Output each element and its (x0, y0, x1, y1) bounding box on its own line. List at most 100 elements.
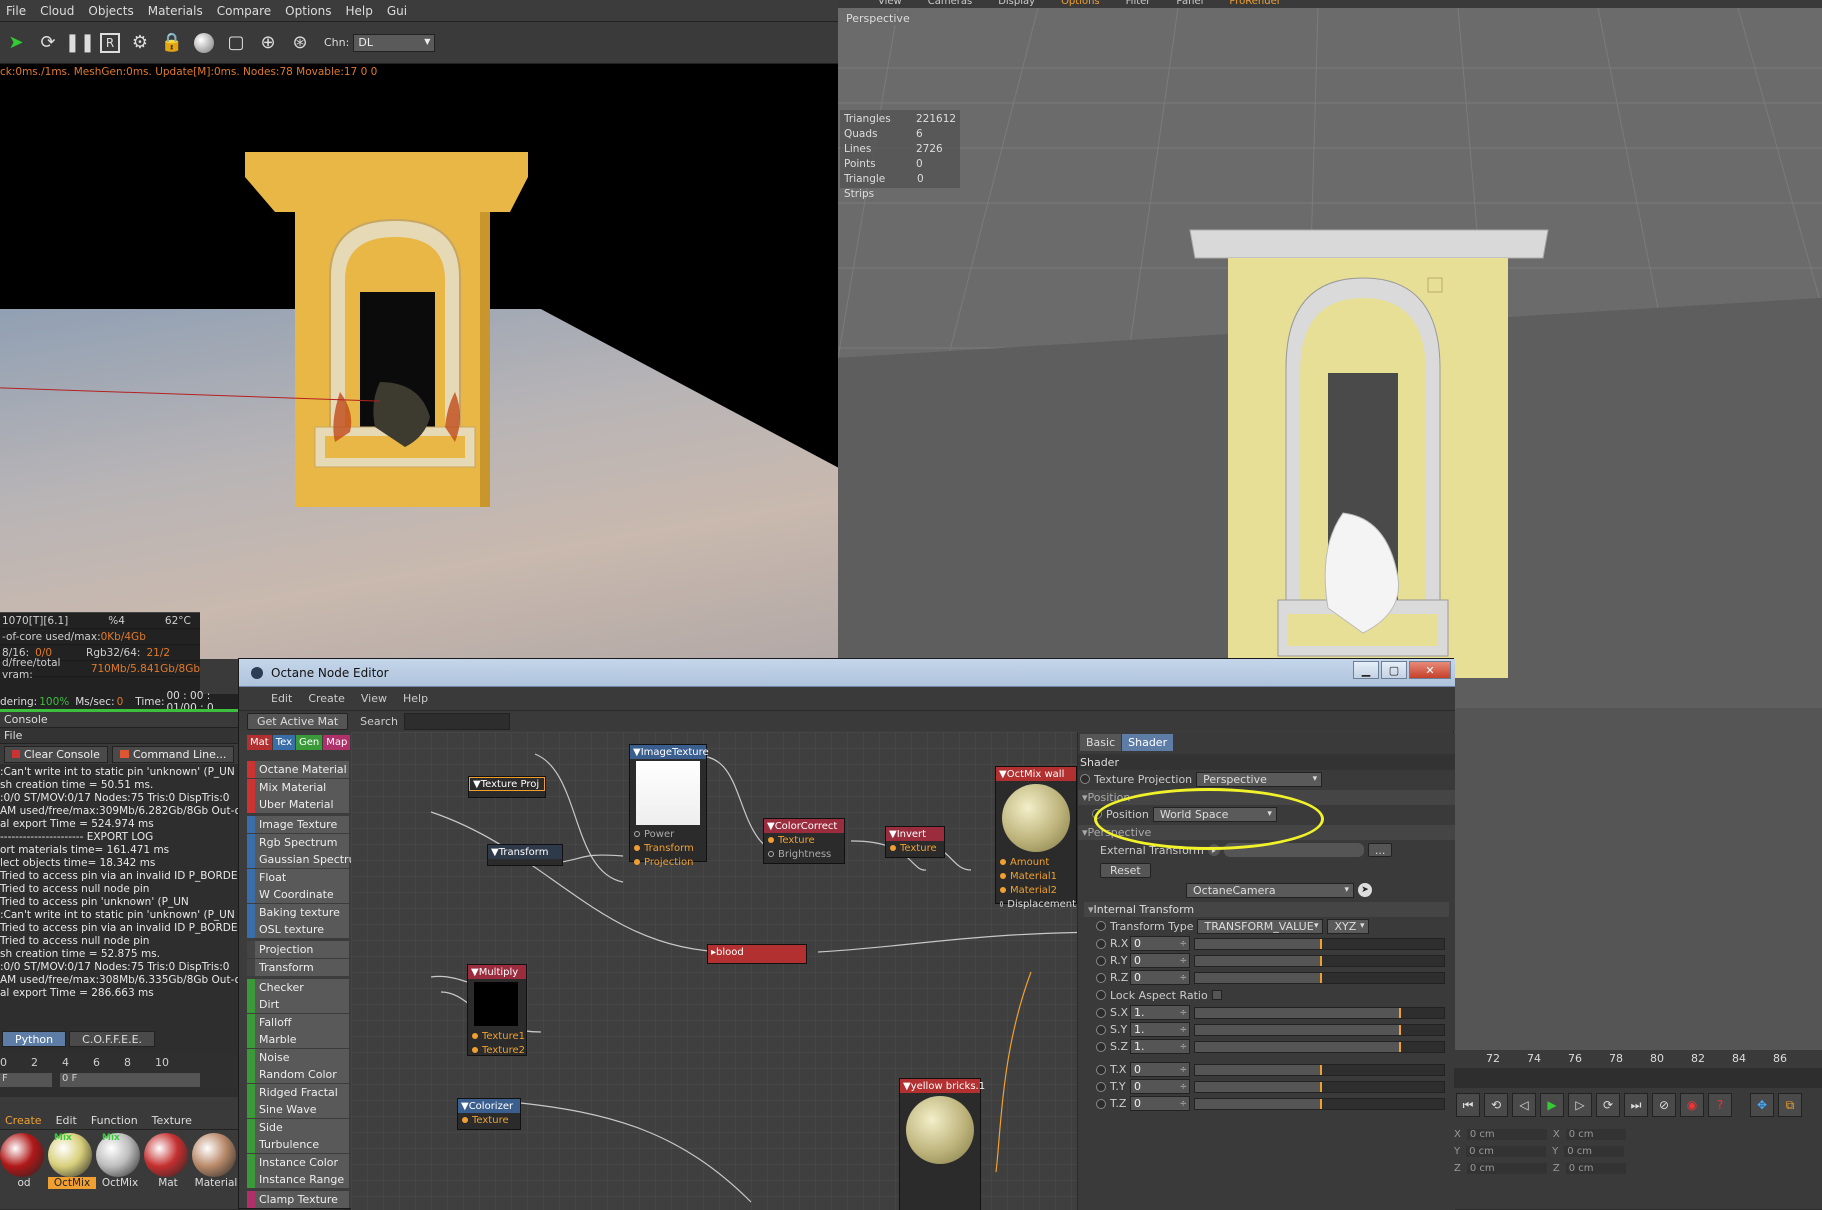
move-tool-icon[interactable]: ✥ (1750, 1093, 1774, 1117)
vp-menu-cameras[interactable]: Cameras (928, 0, 972, 7)
material-label[interactable]: od (0, 1177, 48, 1189)
material-sphere-icon[interactable] (192, 31, 216, 55)
port-invert-texture[interactable]: Texture (886, 841, 944, 855)
coord-value-input[interactable]: 0 cm (1466, 1163, 1547, 1174)
ne-menu-view[interactable]: View (361, 692, 387, 705)
texture-projection-radio[interactable] (1080, 774, 1090, 784)
reset-r-icon[interactable]: R (100, 32, 120, 53)
node-transform[interactable]: ▼ Transform (487, 844, 563, 866)
command-line-button[interactable]: Command Line... (111, 745, 235, 763)
material-swatch[interactable] (192, 1133, 236, 1177)
vp-menu-options[interactable]: Options (1061, 0, 1100, 7)
port-material1[interactable]: Material1 (996, 869, 1076, 883)
rotation-order-dropdown[interactable]: XYZ (1327, 918, 1370, 934)
node-list-item[interactable]: Float (247, 868, 349, 886)
region-render-icon[interactable]: ▢ (224, 31, 248, 55)
menu-objects[interactable]: Objects (88, 4, 133, 18)
menu-materials[interactable]: Materials (148, 4, 203, 18)
node-list-item[interactable]: Octane Material (247, 761, 349, 778)
transform-type-dropdown[interactable]: TRANSFORM_VALUE (1197, 918, 1324, 934)
menu-gui[interactable]: Gui (387, 4, 407, 18)
node-editor-titlebar[interactable]: Octane Node Editor ▁ ▢ ✕ (239, 659, 1455, 687)
node-image-texture[interactable]: ▼ ImageTexture Power Transform Projectio… (629, 744, 709, 868)
prev-key-icon[interactable]: ⟲ (1484, 1093, 1508, 1117)
vp-menu-display[interactable]: Display (998, 0, 1035, 7)
node-list-item[interactable]: Checker (247, 978, 349, 996)
port-colorizer-texture[interactable]: Texture (458, 1113, 520, 1127)
search-input[interactable] (403, 712, 510, 730)
scale-tool-icon[interactable]: ⧉ (1778, 1093, 1802, 1117)
field-value-input[interactable]: 1. (1130, 1005, 1190, 1020)
field-slider[interactable] (1194, 1040, 1445, 1053)
node-list-item[interactable]: Noise (247, 1048, 349, 1066)
node-list-item[interactable]: Image Texture (247, 816, 349, 833)
focus-pick-icon[interactable]: ⊕ (256, 31, 280, 55)
texture-projection-dropdown[interactable]: Perspective (1196, 771, 1323, 787)
menu-compare[interactable]: Compare (217, 4, 271, 18)
tab-coffee[interactable]: C.O.F.F.E.E. (69, 1031, 156, 1047)
lock-aspect-radio[interactable] (1096, 990, 1106, 1000)
node-graph-canvas[interactable]: ▼ Texture Proj ▼ Transform ▼ ImageTextur… (351, 732, 1077, 1210)
port-cc-brightness[interactable]: Brightness (764, 847, 844, 861)
tab-python[interactable]: Python (2, 1031, 67, 1047)
node-colorizer[interactable]: ▼ Colorizer Texture (457, 1098, 521, 1130)
lock-icon[interactable]: 🔒 (160, 31, 184, 55)
port-material2[interactable]: Material2 (996, 883, 1076, 897)
autokey-icon[interactable]: ◉ (1680, 1093, 1704, 1117)
external-transform-browse-button[interactable]: ... (1367, 843, 1393, 857)
node-list-item[interactable]: Gaussian Spectrum (247, 851, 366, 868)
field-slider[interactable] (1194, 1023, 1445, 1036)
minimize-icon[interactable]: ▁ (1353, 661, 1379, 679)
keyframe-help-icon[interactable]: ? (1708, 1093, 1732, 1117)
node-multiply[interactable]: ▼ Multiply Texture1 Texture2 (467, 964, 527, 1056)
camera-field[interactable]: OctaneCamera (1186, 882, 1354, 898)
vp-menu-filter[interactable]: Filter (1126, 0, 1151, 7)
node-list-item[interactable]: Transform (247, 958, 349, 976)
node-list-item[interactable]: Sine Wave (247, 1101, 349, 1118)
material-label[interactable]: OctMix (48, 1177, 96, 1189)
category-tab-gen[interactable]: Gen (296, 735, 323, 750)
node-list-item[interactable]: OSL texture (247, 921, 349, 938)
field-radio[interactable] (1096, 1024, 1106, 1035)
port-power[interactable]: Power (630, 827, 706, 841)
step-forward-icon[interactable]: ▷ (1568, 1093, 1592, 1117)
material-swatch[interactable]: Mix (48, 1133, 92, 1177)
mat-menu-create[interactable]: Create (5, 1114, 42, 1127)
category-tab-tex[interactable]: Tex (272, 735, 295, 750)
field-radio[interactable] (1096, 955, 1106, 966)
menu-file[interactable]: File (6, 4, 26, 18)
node-list-item[interactable]: Side (247, 1118, 349, 1136)
tab-shader[interactable]: Shader (1122, 734, 1174, 751)
field-radio[interactable] (1096, 972, 1106, 983)
transform-type-radio[interactable] (1096, 921, 1106, 931)
mat-menu-edit[interactable]: Edit (56, 1114, 77, 1127)
field-slider[interactable] (1194, 954, 1445, 967)
vp-menu-prorender[interactable]: ProRender (1229, 0, 1280, 7)
vp-menu-view[interactable]: View (878, 0, 902, 7)
camera-link-icon[interactable]: ➤ (1358, 883, 1372, 897)
ne-menu-help[interactable]: Help (403, 692, 428, 705)
pause-icon[interactable]: ❚❚ (65, 31, 95, 55)
tab-basic[interactable]: Basic (1080, 734, 1122, 751)
node-list-item[interactable]: Ridged Fractal (247, 1083, 349, 1101)
field-value-input[interactable]: 0 (1130, 1096, 1190, 1111)
node-list-item[interactable]: Falloff (247, 1013, 349, 1031)
field-radio[interactable] (1096, 938, 1106, 949)
field-slider[interactable] (1194, 1080, 1445, 1093)
field-value-input[interactable]: 0 (1130, 936, 1190, 951)
record-off-icon[interactable]: ⊘ (1652, 1093, 1676, 1117)
node-invert[interactable]: ▼ Invert Texture (885, 826, 945, 858)
field-slider[interactable] (1194, 1063, 1445, 1076)
maximize-icon[interactable]: ▢ (1381, 661, 1407, 679)
material-swatch[interactable]: Mix (96, 1133, 140, 1177)
go-to-start-icon[interactable]: ⏮ (1456, 1093, 1480, 1117)
field-value-input[interactable]: 0 (1130, 1062, 1190, 1077)
clear-console-button[interactable]: Clear Console (4, 745, 108, 763)
node-list-item[interactable]: Projection (247, 941, 349, 958)
coord-value-input[interactable]: 0 cm (1466, 1146, 1547, 1157)
port-projection[interactable]: Projection (630, 855, 706, 869)
menu-help[interactable]: Help (345, 4, 372, 18)
node-list-item[interactable]: Mix Material (247, 778, 349, 796)
field-value-input[interactable]: 0 (1130, 953, 1190, 968)
node-list-item[interactable]: Marble (247, 1031, 349, 1048)
